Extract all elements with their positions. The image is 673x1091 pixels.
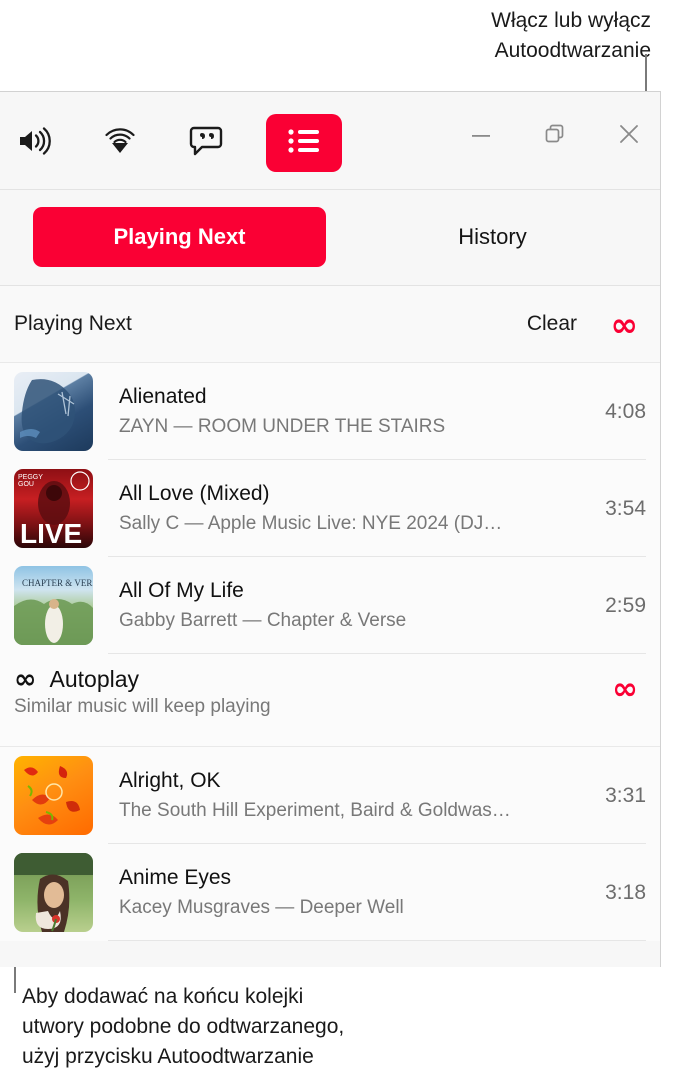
autoplay-infinity-icon: ∞ [14,664,37,695]
track-duration: 3:31 [605,783,646,807]
autoplay-label: Autoplay [49,666,140,692]
playing-next-list: Alienated ZAYN — ROOM UNDER THE STAIRS 4… [0,363,660,654]
volume-icon [17,126,51,161]
autoplay-heading-row: ∞ Autoplay [14,666,646,693]
callout-top-text: Włącz lub wyłącz Autoodtwarzanie [491,9,651,62]
track-title: Anime Eyes [119,866,232,889]
track-title: Alright, OK [119,769,221,792]
table-row[interactable]: PEGGY GOU LIVE All Love (Mixed) Sally C … [0,460,660,557]
album-art [14,372,93,451]
track-title: All Of My Life [119,579,244,602]
album-art [14,756,93,835]
track-subtitle: Sally C — Apple Music Live: NYE 2024 (DJ… [119,513,503,534]
autoplay-toggle[interactable]: ∞ [612,674,638,705]
lyrics-button[interactable] [180,117,232,169]
minimize-button[interactable] [458,116,504,156]
track-meta: Alienated ZAYN — ROOM UNDER THE STAIRS [119,383,591,440]
queue-tabs: Playing Next History [0,189,660,286]
svg-text:LIVE: LIVE [20,518,82,548]
toolbar-icon-group [8,114,342,172]
tab-history[interactable]: History [350,207,635,267]
tab-playing-next[interactable]: Playing Next [33,207,326,267]
playing-next-header: Playing Next Clear ∞ [0,286,660,363]
table-row[interactable]: Anime Eyes Kacey Musgraves — Deeper Well… [0,844,660,941]
track-title: Alienated [119,385,207,408]
airplay-button[interactable] [94,117,146,169]
autoplay-section: ∞ Autoplay Similar music will keep playi… [0,654,660,747]
track-meta: Alright, OK The South Hill Experiment, B… [119,767,591,824]
track-title: All Love (Mixed) [119,482,270,505]
track-duration: 4:08 [605,399,646,423]
clear-button[interactable]: Clear [527,312,577,336]
queue-button[interactable] [266,114,342,172]
track-meta: All Of My Life Gabby Barrett — Chapter &… [119,577,591,634]
infinity-icon: ∞ [612,671,638,707]
queue-list-icon [287,128,321,159]
close-button[interactable] [606,116,652,156]
svg-text:PEGGY: PEGGY [18,474,43,481]
autoplay-toggle-button[interactable]: ∞ [611,308,639,341]
table-row[interactable]: Alienated ZAYN — ROOM UNDER THE STAIRS 4… [0,363,660,460]
toolbar [0,92,660,189]
track-subtitle: Kacey Musgraves — Deeper Well [119,897,404,918]
track-duration: 2:59 [605,593,646,617]
table-row[interactable]: Alright, OK The South Hill Experiment, B… [0,747,660,844]
section-title: Playing Next [14,312,132,335]
track-subtitle: The South Hill Experiment, Baird & Goldw… [119,800,511,821]
svg-text:CHAPTER & VERSE: CHAPTER & VERSE [22,578,93,588]
lyrics-icon [189,125,223,162]
track-subtitle: Gabby Barrett — Chapter & Verse [119,610,407,631]
svg-text:GOU: GOU [18,481,34,488]
album-art: PEGGY GOU LIVE [14,469,93,548]
restore-window-icon [544,123,566,150]
track-subtitle: ZAYN — ROOM UNDER THE STAIRS [119,416,446,437]
track-duration: 3:18 [605,880,646,904]
autoplay-description: Similar music will keep playing [14,696,271,717]
music-miniplayer-window: Playing Next History Playing Next Clear … [0,91,661,967]
autoplay-list: Alright, OK The South Hill Experiment, B… [0,747,660,941]
window-controls [458,116,652,156]
restore-button[interactable] [532,116,578,156]
track-duration: 3:54 [605,496,646,520]
close-icon [618,123,640,150]
track-meta: All Love (Mixed) Sally C — Apple Music L… [119,480,591,537]
album-art: CHAPTER & VERSE [14,566,93,645]
infinity-icon: ∞ [610,304,639,344]
table-row[interactable]: CHAPTER & VERSE All Of My Life Gabby Bar… [0,557,660,654]
airplay-icon [103,125,137,162]
track-meta: Anime Eyes Kacey Musgraves — Deeper Well [119,864,591,921]
callout-bottom-text: Aby dodawać na końcu kolejki utwory podo… [22,985,345,1068]
album-art [14,853,93,932]
volume-button[interactable] [8,117,60,169]
